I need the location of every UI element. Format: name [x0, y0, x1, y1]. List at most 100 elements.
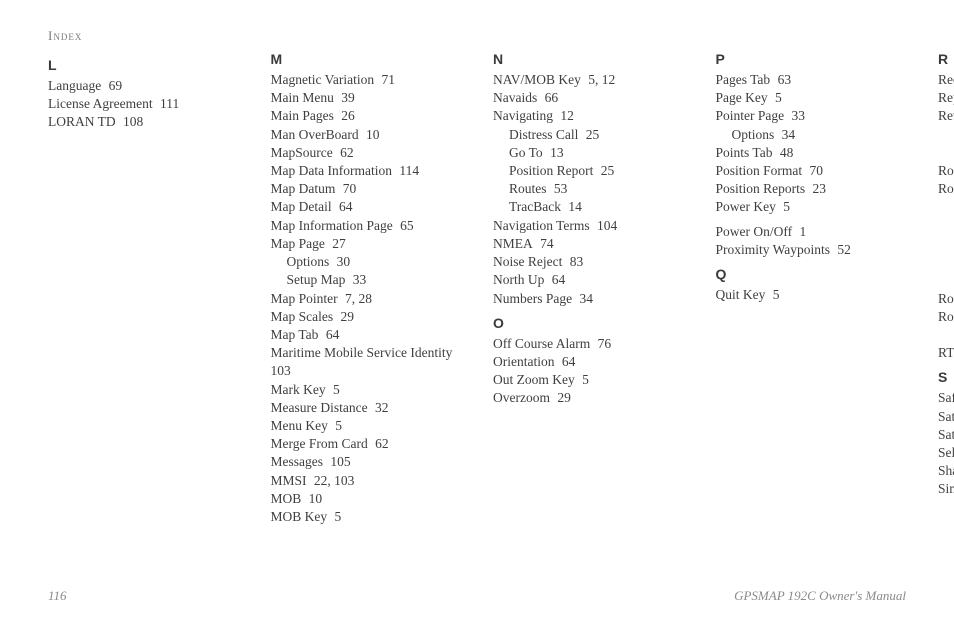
index-entry: North Up 64	[493, 271, 684, 289]
entry-term: Shallow/Deep Water Alarm	[938, 463, 954, 478]
index-entry: Copy 53	[938, 198, 954, 216]
index-letter: L	[48, 56, 239, 75]
index-entry: Proximity Waypoints 52	[716, 241, 907, 259]
entry-term: Orientation	[493, 354, 554, 369]
index-entry: Position Reports 23	[716, 180, 907, 198]
entry-term: Position Format	[716, 163, 803, 178]
entry-page: 30	[333, 254, 350, 269]
entry-page: 108	[120, 114, 144, 129]
entry-page: 5, 12	[585, 72, 615, 87]
page-footer: 116 GPSMAP 192C Owner's Manual	[48, 588, 906, 604]
index-entry: Delete All 53	[938, 253, 954, 271]
entry-term: Go To	[509, 145, 543, 160]
entry-page: 5	[331, 509, 341, 524]
entry-page: 39	[338, 90, 355, 105]
entry-page: 26	[338, 108, 355, 123]
index-entry: Go To 13	[493, 144, 684, 162]
index-entry: License Agreement 111	[48, 95, 239, 113]
entry-page: 69	[105, 78, 122, 93]
entry-term: Menu Key	[271, 418, 328, 433]
entry-term: Power On/Off	[716, 224, 793, 239]
index-letter: P	[716, 50, 907, 69]
index-entry: Page Key 5	[716, 89, 907, 107]
entry-page: 5	[332, 418, 342, 433]
entry-page: 29	[337, 309, 354, 324]
entry-page: 70	[806, 163, 823, 178]
entry-term: Main Pages	[271, 108, 334, 123]
entry-term: Safety Information	[938, 390, 954, 405]
entry-page: 104	[594, 218, 618, 233]
index-group: Power On/Off 1Proximity Waypoints 52	[716, 223, 907, 259]
index-entry: Edit 56	[938, 271, 954, 289]
index-entry: Quit Key 5	[716, 286, 907, 304]
entry-page: 114	[396, 163, 419, 178]
index-entry: Map Data Information 114	[271, 162, 462, 180]
entry-page: 71	[378, 72, 395, 87]
index-columns: L Language 69 License Agreement 111LORAN T…	[48, 50, 906, 580]
index-entry: Position Report 25	[493, 162, 684, 180]
entry-term: Navigation Terms	[493, 218, 590, 233]
entry-page: 10	[305, 491, 322, 506]
entry-page: 64	[558, 354, 575, 369]
entry-term: Distress Call	[509, 127, 578, 142]
index-group: L Language 69 License Agreement 111LORAN T…	[48, 56, 239, 132]
entry-term: Merge From Card	[271, 436, 368, 451]
index-entry: Numbers Page 34	[493, 290, 684, 308]
entry-term: TracBack	[509, 199, 561, 214]
entry-page: 66	[541, 90, 558, 105]
index-entry: Messages 105	[271, 453, 462, 471]
entry-term: Rocker Key	[938, 163, 954, 178]
entry-page: 62	[372, 436, 389, 451]
entry-term: Map Page	[271, 236, 325, 251]
entry-page: 14	[565, 199, 582, 214]
entry-page: 103	[271, 363, 291, 378]
entry-term: North Up	[493, 272, 544, 287]
entry-page: 64	[322, 327, 339, 342]
entry-page: 34	[576, 291, 593, 306]
entry-term: Messages	[271, 454, 324, 469]
index-entry: Selecting Options 6	[938, 444, 954, 462]
index-entry: Options 30	[271, 253, 462, 271]
index-group: OOff Course Alarm 76Orientation 64Out Zo…	[493, 314, 684, 408]
entry-term: Replace From Card	[938, 90, 954, 105]
index-entry: MapSource 62	[271, 144, 462, 162]
index-entry: Options 55	[938, 326, 954, 344]
index-entry: Menu Key 5	[271, 417, 462, 435]
entry-term: Main Menu	[271, 90, 334, 105]
entry-term: NMEA	[493, 236, 533, 251]
entry-page: 33	[788, 108, 805, 123]
entry-term: Language	[48, 78, 101, 93]
entry-term: Map Tab	[271, 327, 319, 342]
entry-page: 25	[582, 127, 599, 142]
entry-page: 53	[551, 181, 568, 196]
index-entry: Map Scales 29	[271, 308, 462, 326]
index-entry: Map Page 27	[271, 235, 462, 253]
entry-term: MOB Key	[271, 509, 328, 524]
index-entry: MMSI 22, 103	[271, 472, 462, 490]
entry-term: Map Data Information	[271, 163, 392, 178]
index-entry: Main Menu 39	[271, 89, 462, 107]
entry-page: 32	[372, 400, 389, 415]
index-entry: NAV/MOB Key 5, 12	[493, 71, 684, 89]
entry-page: 76	[594, 336, 611, 351]
index-entry: Map Datum 70	[271, 180, 462, 198]
entry-term: Position Reports	[716, 181, 806, 196]
index-entry: Overzoom 29	[493, 389, 684, 407]
entry-term: Satellite Location	[938, 409, 954, 424]
index-letter: N	[493, 50, 684, 69]
entry-page: 63	[774, 72, 791, 87]
index-letter: O	[493, 314, 684, 333]
entry-term: Navaids	[493, 90, 537, 105]
entry-page: 1	[796, 224, 806, 239]
index-entry: Map Detail 64	[271, 198, 462, 216]
entry-page: 64	[336, 199, 353, 214]
index-entry: Satellite Sky View 101	[938, 426, 954, 444]
index-entry: LORAN TD 108	[48, 113, 239, 131]
entry-term: Measure Distance	[271, 400, 368, 415]
entry-term: Power Key	[716, 199, 776, 214]
entry-term: RTCM	[938, 345, 954, 360]
entry-page: 65	[397, 218, 414, 233]
entry-term: Map Datum	[271, 181, 336, 196]
entry-term: Man OverBoard	[271, 127, 359, 142]
index-entry: Power On/Off 1	[716, 223, 907, 241]
